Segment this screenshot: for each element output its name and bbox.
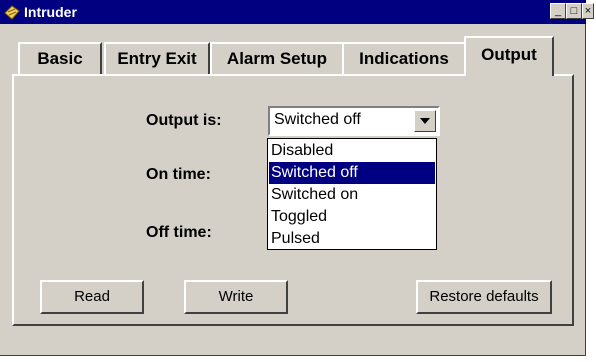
maximize-button[interactable]: □ [566,3,582,19]
read-button[interactable]: Read [40,280,144,314]
minimize-button[interactable]: _ [550,3,566,19]
output-select[interactable]: Switched off [268,106,440,136]
option-switched-on[interactable]: Switched on [269,184,435,206]
chevron-down-icon[interactable] [414,110,436,132]
restore-defaults-button[interactable]: Restore defaults [416,280,552,314]
tab-basic[interactable]: Basic [18,42,102,74]
output-dropdown-list: Disabled Switched off Switched on Toggle… [267,138,437,250]
window-title: Intruder [24,4,77,20]
option-switched-off[interactable]: Switched off [269,162,435,184]
tab-alarm-setup[interactable]: Alarm Setup [210,42,344,74]
tab-indications[interactable]: Indications [342,42,466,74]
output-select-value: Switched off [274,111,361,128]
title-bar[interactable]: Intruder _ □ × [0,0,594,24]
intruder-app-icon [4,5,20,20]
close-button[interactable]: × [582,3,594,19]
write-button[interactable]: Write [184,280,288,314]
option-pulsed[interactable]: Pulsed [269,228,435,250]
tab-output[interactable]: Output [464,36,554,76]
option-disabled[interactable]: Disabled [269,140,435,162]
tab-entry-exit[interactable]: Entry Exit [104,42,210,74]
app-window: Intruder _ □ × Basic Entry Exit Alarm Se… [0,0,594,356]
option-toggled[interactable]: Toggled [269,206,435,228]
